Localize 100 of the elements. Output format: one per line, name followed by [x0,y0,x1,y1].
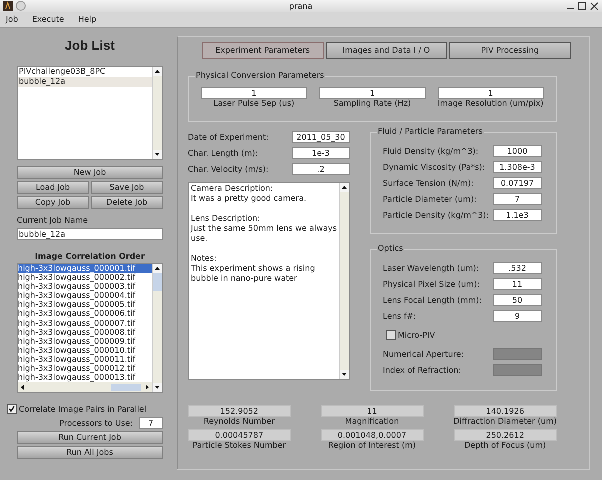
result-value: 0.00045787 [188,429,291,441]
parameter-field[interactable]: 0.07197 [493,177,542,189]
parameter-field[interactable]: 7 [493,193,542,205]
parameter-label: Laser Pulse Sep (us) [214,99,295,108]
parameter-label: Dynamic Viscosity (Pa*s): [383,162,486,172]
image-list-item[interactable]: high-3x3lowgauss_000009.tif [18,336,152,346]
group-title: Optics [377,244,404,253]
parameter-field[interactable]: 2011_05_30 [292,131,350,143]
parameter-label: Lens f#: [383,312,416,320]
run-current-job-button[interactable]: Run Current Job [17,431,163,444]
image-order-title: Image Correlation Order [34,252,146,261]
checkbox-label: Correlate Image Pairs in Parallel [19,404,147,414]
notes-textarea[interactable]: Camera Description: It was a pretty good camera. Lens Description: Just the same 50mm lens we always use. Notes: This experiment shows a rising bubble in nano-pure water [188,182,350,380]
parameter-field[interactable]: 1000 [493,145,542,157]
job-list-title: Job List [64,37,116,55]
run-all-jobs-button[interactable]: Run All Jobs [17,446,163,459]
delete-job-button[interactable]: Delete Job [91,196,163,209]
checkbox[interactable] [386,330,396,340]
parameter-label: Date of Experiment: [188,132,269,142]
result-label: Particle Stokes Number [192,441,286,450]
image-list-item[interactable]: high-3x3lowgauss_000011.tif [18,354,152,364]
scroll-thumb[interactable] [153,273,162,291]
parameter-field[interactable]: 1e-3 [292,147,350,159]
load-job-button[interactable]: Load Job [17,181,89,194]
scroll-thumb[interactable] [111,384,141,390]
checkbox[interactable] [7,404,17,414]
image-list-item[interactable]: high-3x3lowgauss_000003.tif [18,282,152,292]
parameter-label: Lens Focal Length (mm): [383,296,482,304]
group-title: Physical Conversion Parameters [195,71,326,80]
parameter-field[interactable]: .532 [493,262,542,274]
parameter-label: Sampling Rate (Hz) [334,99,412,108]
image-list-item[interactable]: high-3x3lowgauss_000007.tif [18,318,152,328]
parameter-field[interactable]: .2 [292,163,350,175]
image-list-item[interactable]: high-3x3lowgauss_000010.tif [18,346,152,355]
scroll-down-icon[interactable] [153,383,162,392]
tab[interactable]: PIV Processing [449,42,572,59]
scroll-up-icon[interactable] [340,183,349,192]
processors-field[interactable]: 7 [139,417,163,429]
scrollbar[interactable] [152,264,162,392]
image-list-item[interactable]: high-3x3lowgauss_000004.tif [18,291,152,300]
save-job-button[interactable]: Save Job [91,181,163,194]
menu-item[interactable]: Job [6,15,18,24]
horizontal-scrollbar[interactable] [18,382,152,392]
job-list-item[interactable]: PIVchallenge03B_8PC [18,67,152,77]
tab[interactable]: Experiment Parameters [202,42,324,59]
group-title: Fluid / Particle Parameters [377,127,484,136]
checkbox-label: Micro-PIV [398,330,436,340]
new-job-button[interactable]: New Job [17,166,163,179]
parameter-label: Physical Pixel Size (um): [383,280,480,288]
current-job-label: Current Job Name [17,216,90,225]
scroll-up-icon[interactable] [153,264,162,273]
parameter-label: Image Resolution (um/pix) [438,99,544,108]
result-value: 140.1926 [454,405,557,417]
parameter-label: Char. Velocity (m/s): [188,164,269,174]
scroll-down-icon[interactable] [340,370,349,379]
image-list-item[interactable]: high-3x3lowgauss_000008.tif [18,328,152,337]
app-icon [3,1,13,11]
parameter-field[interactable]: 11 [493,278,542,290]
scroll-up-icon[interactable] [153,67,162,76]
maximize-icon[interactable] [578,2,587,10]
result-label: Region of Interest (m) [328,441,416,450]
parameter-label: Index of Refraction: [383,366,462,374]
result-value: 152.9052 [188,405,291,417]
parameter-label: Numerical Aperture: [383,350,464,358]
image-list-item[interactable]: high-3x3lowgauss_000002.tif [18,273,152,282]
menu-item[interactable]: Help [78,15,97,24]
job-list-item[interactable]: bubble_12a [18,77,152,87]
parameter-label: Laser Wavelength (um): [383,264,480,272]
image-list-item[interactable]: high-3x3lowgauss_000013.tif [18,373,152,382]
parameter-field[interactable]: 1.1e3 [493,209,542,221]
parameter-field[interactable]: 9 [493,310,542,322]
result-label: Magnification [345,417,400,426]
image-list[interactable] [17,263,163,393]
parameter-field[interactable]: 50 [493,294,542,306]
parameter-field[interactable]: 1.308e-3 [493,161,542,173]
parameter-label: Fluid Density (kg/m^3): [383,146,479,156]
image-list-item[interactable]: high-3x3lowgauss_000006.tif [18,309,152,319]
result-value: 0.001048,0.0007 [320,429,424,441]
parameter-field[interactable]: 1 [201,87,308,99]
scrollbar[interactable] [152,67,162,159]
image-list-item[interactable]: high-3x3lowgauss_000001.tif [18,264,152,274]
result-value: 250.2612 [454,429,557,441]
current-job-field[interactable]: bubble_12a [17,228,163,240]
parameter-label: Char. Length (m): [188,148,258,158]
parameter-label: Surface Tension (N/m): [383,178,474,188]
result-label: Depth of Focus (um) [464,441,546,450]
parameter-label: Particle Diameter (um): [383,194,477,204]
scroll-down-icon[interactable] [153,150,162,159]
image-list-item[interactable]: high-3x3lowgauss_000012.tif [18,364,152,374]
image-list-item[interactable]: high-3x3lowgauss_000005.tif [18,300,152,310]
tab[interactable]: Images and Data I / O [326,42,448,59]
parameter-field[interactable]: 1 [438,87,544,99]
copy-job-button[interactable]: Copy Job [17,196,89,209]
parameter-label: Particle Density (kg/m^3): [383,210,489,220]
result-label: Reynolds Number [204,417,275,426]
close-icon[interactable] [590,2,599,10]
parameter-field[interactable]: 1 [319,87,426,99]
menu-item[interactable]: Execute [32,15,64,24]
job-list[interactable]: PIVchallenge03B_8PC bubble_12a [17,66,163,160]
scrollbar[interactable] [339,183,349,379]
